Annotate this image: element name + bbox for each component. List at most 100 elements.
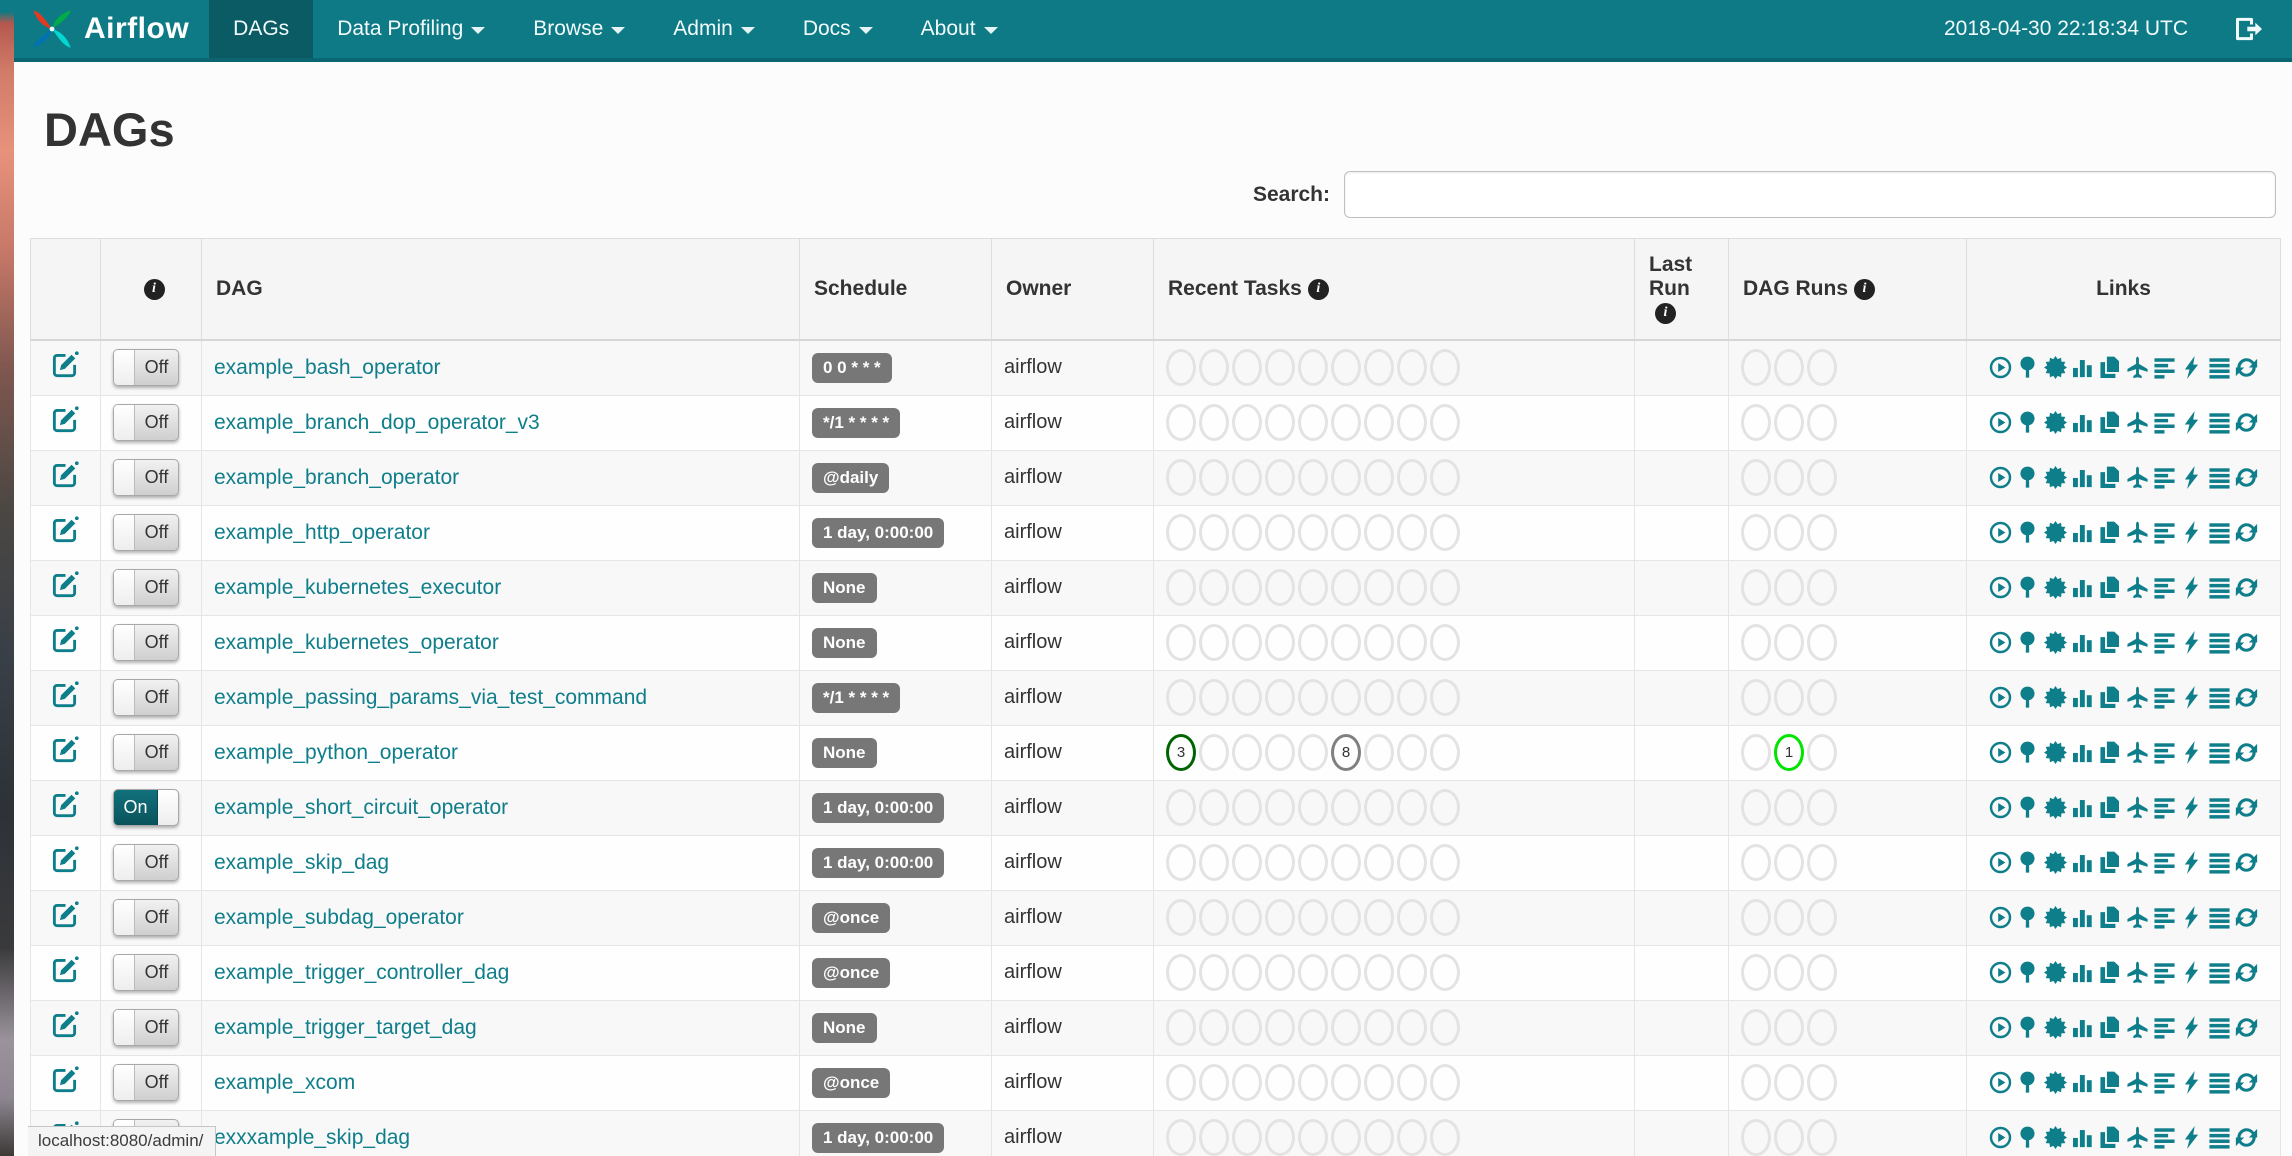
task-state-circle[interactable]	[1232, 514, 1262, 551]
task-state-circle[interactable]	[1807, 569, 1837, 606]
logout-icon[interactable]	[2234, 15, 2262, 43]
edit-dag-icon[interactable]	[52, 1011, 79, 1038]
task-state-circle[interactable]	[1232, 954, 1262, 991]
pause-toggle[interactable]: Off	[113, 679, 179, 716]
task-state-circle[interactable]	[1741, 459, 1771, 496]
task-state-circle[interactable]	[1199, 734, 1229, 771]
task-duration-icon[interactable]	[2071, 741, 2094, 764]
task-state-circle[interactable]	[1364, 734, 1394, 771]
task-state-circle[interactable]	[1265, 899, 1295, 936]
task-tries-icon[interactable]	[2098, 466, 2121, 489]
task-state-circle[interactable]: 3	[1166, 734, 1196, 771]
pause-toggle[interactable]: On	[113, 789, 179, 826]
task-state-circle[interactable]	[1166, 459, 1196, 496]
logs-icon[interactable]	[2208, 466, 2231, 489]
task-state-circle[interactable]	[1364, 899, 1394, 936]
tree-view-icon[interactable]	[2016, 686, 2039, 709]
refresh-icon[interactable]	[2235, 961, 2258, 984]
task-tries-icon[interactable]	[2098, 1016, 2121, 1039]
task-state-circle[interactable]	[1199, 844, 1229, 881]
pause-toggle[interactable]: Off	[113, 349, 179, 387]
landing-times-icon[interactable]	[2126, 631, 2149, 654]
task-state-circle[interactable]	[1364, 789, 1394, 826]
task-state-circle[interactable]	[1199, 349, 1229, 387]
task-state-circle[interactable]	[1430, 514, 1460, 551]
schedule-badge[interactable]: 1 day, 0:00:00	[812, 517, 945, 548]
task-state-circle[interactable]	[1265, 459, 1295, 496]
task-state-circle[interactable]	[1232, 734, 1262, 771]
pause-toggle[interactable]: Off	[113, 624, 179, 661]
task-state-circle[interactable]	[1298, 569, 1328, 606]
trigger-dag-icon[interactable]	[1989, 961, 2012, 984]
refresh-icon[interactable]	[2235, 1016, 2258, 1039]
task-state-circle[interactable]	[1166, 1064, 1196, 1101]
schedule-badge[interactable]: 1 day, 0:00:00	[812, 1122, 945, 1153]
schedule-badge[interactable]: @once	[812, 902, 891, 933]
logs-icon[interactable]	[2208, 1126, 2231, 1149]
gantt-view-icon[interactable]	[2153, 411, 2176, 434]
task-state-circle[interactable]	[1741, 514, 1771, 551]
pause-toggle[interactable]: Off	[113, 844, 179, 881]
task-state-circle[interactable]	[1265, 514, 1295, 551]
gantt-view-icon[interactable]	[2153, 851, 2176, 874]
pause-toggle[interactable]: Off	[113, 734, 179, 771]
refresh-icon[interactable]	[2235, 576, 2258, 599]
schedule-badge[interactable]: */1 * * * *	[812, 682, 901, 713]
task-state-circle[interactable]	[1397, 514, 1427, 551]
task-state-circle[interactable]	[1430, 679, 1460, 716]
task-state-circle[interactable]	[1265, 679, 1295, 716]
graph-view-icon[interactable]	[2043, 576, 2067, 599]
task-state-circle[interactable]	[1331, 899, 1361, 936]
task-state-circle[interactable]	[1331, 349, 1361, 387]
graph-view-icon[interactable]	[2043, 1126, 2067, 1149]
edit-dag-icon[interactable]	[52, 516, 79, 543]
task-state-circle[interactable]	[1364, 404, 1394, 441]
dag-link[interactable]: example_trigger_target_dag	[214, 1016, 477, 1039]
logs-icon[interactable]	[2208, 906, 2231, 929]
tree-view-icon[interactable]	[2016, 1071, 2039, 1094]
task-tries-icon[interactable]	[2098, 411, 2121, 434]
task-state-circle[interactable]	[1265, 1064, 1295, 1101]
edit-dag-icon[interactable]	[52, 351, 79, 378]
task-state-circle[interactable]	[1265, 844, 1295, 881]
trigger-dag-icon[interactable]	[1989, 466, 2012, 489]
task-tries-icon[interactable]	[2098, 686, 2121, 709]
trigger-dag-icon[interactable]	[1989, 741, 2012, 764]
task-state-circle[interactable]	[1397, 789, 1427, 826]
gantt-view-icon[interactable]	[2153, 961, 2176, 984]
task-duration-icon[interactable]	[2071, 411, 2094, 434]
task-state-circle[interactable]	[1807, 404, 1837, 441]
task-state-circle[interactable]	[1774, 1119, 1804, 1156]
task-duration-icon[interactable]	[2071, 686, 2094, 709]
code-view-icon[interactable]	[2180, 356, 2203, 380]
task-duration-icon[interactable]	[2071, 796, 2094, 819]
task-state-circle[interactable]	[1430, 1009, 1460, 1046]
task-duration-icon[interactable]	[2071, 906, 2094, 929]
task-state-circle[interactable]	[1298, 899, 1328, 936]
task-state-circle[interactable]	[1741, 1009, 1771, 1046]
task-state-circle[interactable]	[1331, 1009, 1361, 1046]
schedule-badge[interactable]: None	[812, 1012, 877, 1043]
task-state-circle[interactable]	[1298, 1009, 1328, 1046]
task-state-circle[interactable]	[1232, 679, 1262, 716]
edit-dag-icon[interactable]	[52, 901, 79, 928]
task-state-circle[interactable]	[1430, 624, 1460, 661]
pause-toggle[interactable]: Off	[113, 899, 179, 936]
task-state-circle[interactable]	[1807, 679, 1837, 716]
trigger-dag-icon[interactable]	[1989, 356, 2012, 379]
task-state-circle[interactable]	[1807, 899, 1837, 936]
task-state-circle[interactable]	[1397, 899, 1427, 936]
task-tries-icon[interactable]	[2098, 356, 2121, 379]
nav-item-browse[interactable]: Browse	[509, 0, 649, 58]
trigger-dag-icon[interactable]	[1989, 796, 2012, 819]
task-state-circle[interactable]	[1430, 899, 1460, 936]
code-view-icon[interactable]	[2180, 576, 2203, 599]
dag-link[interactable]: example_passing_params_via_test_command	[214, 686, 647, 709]
schedule-badge[interactable]: @once	[812, 1067, 891, 1098]
task-state-circle[interactable]	[1774, 569, 1804, 606]
task-state-circle[interactable]	[1430, 404, 1460, 441]
logs-icon[interactable]	[2208, 741, 2231, 764]
landing-times-icon[interactable]	[2126, 906, 2149, 929]
code-view-icon[interactable]	[2180, 906, 2203, 929]
airflow-brand[interactable]: Airflow	[14, 0, 209, 58]
